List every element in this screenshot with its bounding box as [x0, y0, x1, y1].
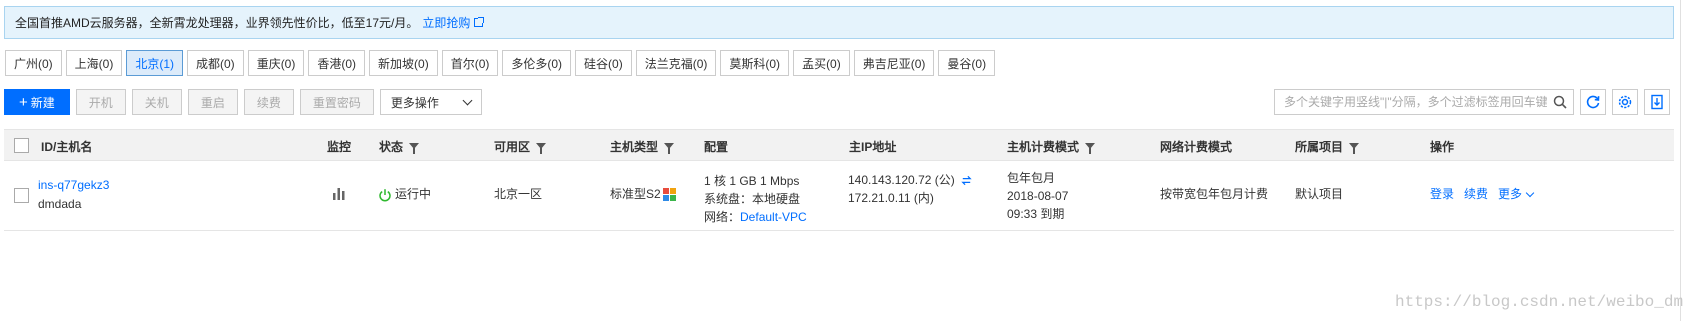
region-tab[interactable]: 首尔(0): [441, 50, 499, 76]
region-tab[interactable]: 上海(0): [65, 50, 123, 76]
search-icon[interactable]: [1547, 90, 1573, 114]
search-input[interactable]: [1275, 90, 1547, 114]
net-billing-cell: 按带宽包年包月计费: [1160, 187, 1269, 201]
filter-icon[interactable]: [664, 143, 675, 154]
region-tab[interactable]: 孟买(0): [793, 50, 850, 76]
config-cell: 1 核 1 GB 1 Mbps 系统盘：本地硬盘 网络：Default-VPC: [704, 154, 807, 226]
search-box: [1274, 89, 1574, 115]
hostname: dmdada: [38, 197, 82, 211]
table-row: ins-q77gekz3 dmdada 运行中 北京一区 标准型S2 1 核 1…: [4, 161, 1674, 231]
more-operations-select[interactable]: 更多操作: [379, 89, 482, 115]
shutdown-button[interactable]: 关机: [131, 89, 182, 115]
config-network: 网络：Default-VPC: [704, 210, 807, 224]
filter-icon[interactable]: [1085, 143, 1096, 154]
chevron-down-icon: [462, 95, 473, 105]
renew-button[interactable]: 续费: [243, 89, 294, 115]
status-cell: 运行中: [378, 185, 431, 208]
project-cell: 默认项目: [1295, 187, 1344, 201]
region-tab[interactable]: 法兰克福(0): [635, 50, 717, 76]
col-project[interactable]: 所属项目: [1295, 130, 1360, 162]
renew-link[interactable]: 续费: [1464, 185, 1488, 204]
region-tab[interactable]: 莫斯科(0): [720, 50, 790, 76]
billing-expire: 09:33 到期: [1007, 207, 1065, 221]
instance-cell: ins-q77gekz3 dmdada: [38, 176, 109, 214]
col-net-billing: 网络计费模式: [1160, 139, 1233, 154]
type-cell: 标准型S2: [610, 185, 676, 204]
zone-cell: 北京一区: [494, 187, 543, 201]
region-tab[interactable]: 多伦多(0): [502, 50, 572, 76]
more-operations-label: 更多操作: [390, 95, 439, 110]
row-checkbox[interactable]: [14, 188, 29, 203]
region-tab[interactable]: 新加坡(0): [369, 50, 438, 76]
billing-mode: 包年包月: [1007, 171, 1056, 185]
new-label: 新建: [30, 95, 55, 110]
new-instance-button[interactable]: + 新建: [4, 89, 70, 115]
plus-icon: +: [19, 93, 28, 111]
region-tab[interactable]: 弗吉尼亚(0): [853, 50, 935, 76]
region-tab[interactable]: 硅谷(0): [575, 50, 632, 76]
col-id: ID/主机名: [41, 139, 93, 154]
actions-cell: 登录 续费 更多: [1430, 185, 1535, 204]
instance-id-link[interactable]: ins-q77gekz3: [38, 176, 109, 195]
public-ip: 140.143.120.72 (公): [848, 173, 955, 187]
settings-gear-icon[interactable]: [1612, 89, 1638, 115]
region-tab[interactable]: 重庆(0): [247, 50, 305, 76]
col-zone[interactable]: 可用区: [494, 130, 547, 162]
billing-date: 2018-08-07: [1007, 189, 1069, 203]
select-all-checkbox[interactable]: [14, 138, 29, 153]
region-tab-active[interactable]: 北京(1): [126, 50, 184, 76]
start-button[interactable]: 开机: [75, 89, 126, 115]
status-text: 运行中: [395, 187, 432, 201]
notice-banner: 全国首推AMD云服务器，全新霄龙处理器，业界领先性价比，低至17元/月。 立即抢…: [4, 6, 1674, 39]
filter-icon[interactable]: [409, 143, 420, 154]
region-tab[interactable]: 成都(0): [187, 50, 244, 76]
col-type[interactable]: 主机类型: [610, 130, 675, 162]
refresh-icon[interactable]: [1580, 89, 1606, 115]
reset-password-button[interactable]: 重置密码: [299, 89, 374, 115]
col-ip: 主IP地址: [849, 139, 897, 154]
buy-now-link[interactable]: 立即抢购: [422, 14, 485, 31]
power-icon: [379, 188, 391, 201]
scrollbar-track[interactable]: [1680, 0, 1681, 321]
ip-cell: 140.143.120.72 (公) 172.21.0.11 (内): [848, 171, 973, 207]
download-icon[interactable]: [1644, 89, 1670, 115]
monitor-chart-icon[interactable]: [332, 186, 346, 206]
filter-icon[interactable]: [536, 143, 547, 154]
toolbar: + 新建 开机 关机 重启 续费 重置密码 更多操作: [4, 89, 482, 115]
region-tab[interactable]: 广州(0): [5, 50, 62, 76]
col-actions: 操作: [1430, 139, 1455, 154]
restart-button[interactable]: 重启: [187, 89, 238, 115]
private-ip: 172.21.0.11 (内): [848, 191, 934, 205]
ip-change-icon[interactable]: [960, 174, 973, 187]
region-tab[interactable]: 香港(0): [308, 50, 366, 76]
notice-text: 全国首推AMD云服务器，全新霄龙处理器，业界领先性价比，低至17元/月。: [15, 16, 419, 30]
chevron-down-icon: [1525, 188, 1535, 197]
col-status[interactable]: 状态: [379, 130, 420, 162]
login-link[interactable]: 登录: [1430, 185, 1454, 204]
amd-badge-icon: [662, 188, 676, 201]
filter-icon[interactable]: [1349, 143, 1360, 154]
type-text: 标准型S2: [610, 187, 661, 201]
more-actions-link[interactable]: 更多: [1498, 185, 1535, 204]
table-header: ID/主机名 监控 状态 可用区 主机类型 配置 主IP地址 主机计费模式 网络…: [4, 129, 1674, 161]
col-monitor: 监控: [327, 139, 352, 154]
region-tabs: 广州(0) 上海(0) 北京(1) 成都(0) 重庆(0) 香港(0) 新加坡(…: [5, 50, 996, 76]
watermark-text: https://blog.csdn.net/weibo_dm: [1395, 293, 1684, 311]
config-spec: 1 核 1 GB 1 Mbps: [704, 174, 800, 188]
external-link-icon: [474, 17, 485, 27]
config-disk: 系统盘：本地硬盘: [704, 192, 801, 206]
vpc-link[interactable]: Default-VPC: [740, 210, 807, 224]
billing-cell: 包年包月 2018-08-07 09:33 到期: [1007, 153, 1068, 223]
region-tab[interactable]: 曼谷(0): [938, 50, 996, 76]
